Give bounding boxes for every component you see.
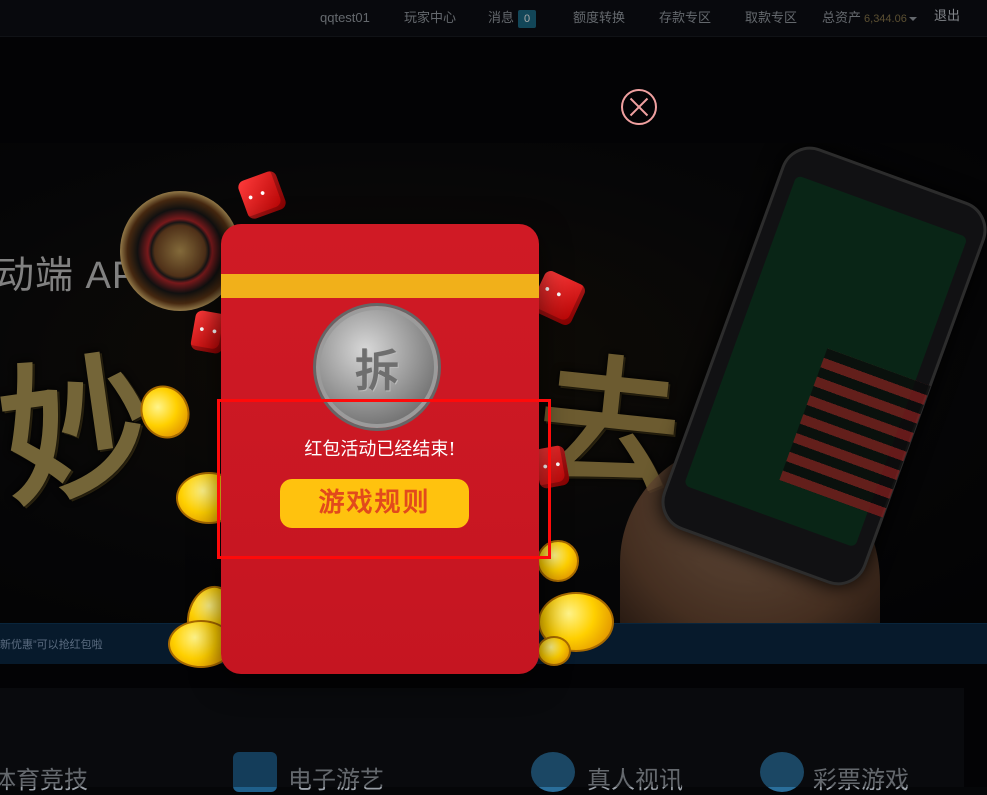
open-envelope-label: 拆	[355, 346, 399, 397]
close-icon[interactable]	[621, 89, 657, 125]
gold-coin-decoration	[537, 636, 571, 666]
highlight-box	[217, 399, 551, 559]
